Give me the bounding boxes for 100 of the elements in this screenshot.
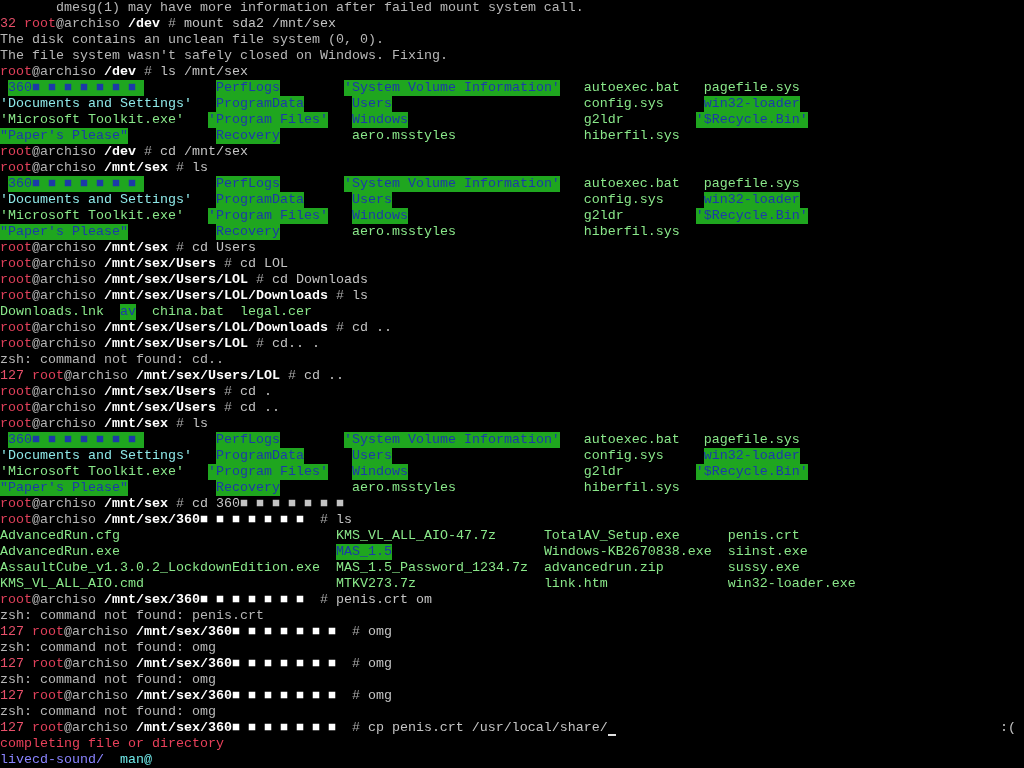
- command-text: ls: [191, 416, 208, 432]
- file-name: pagefile.sys: [703, 80, 800, 96]
- prompt-user-host: root@archiso: [0, 272, 96, 288]
- directory-name: '$Recycle.Bin': [695, 112, 808, 128]
- directory-name: "Paper's Please": [0, 128, 128, 144]
- command-text: cd .: [239, 384, 272, 400]
- file-name: g2ldr: [583, 112, 624, 128]
- directory-name: Recovery: [215, 224, 280, 240]
- command-text: ls: [351, 288, 368, 304]
- prompt-user-host: root@archiso: [0, 496, 96, 512]
- directory-name: Windows: [351, 208, 408, 224]
- prompt-path: /mnt/sex/Users/LOL: [104, 336, 248, 352]
- command-text: cp penis.crt /usr/local/share/: [367, 720, 608, 736]
- prompt-symbol: #: [175, 496, 184, 512]
- file-name: hiberfil.sys: [583, 224, 680, 240]
- prompt-path: /mnt/sex/360■ ■ ■ ■ ■ ■ ■: [135, 688, 337, 704]
- prompt-symbol: #: [255, 272, 264, 288]
- directory-name: ProgramData: [215, 96, 304, 112]
- command-text: cd /mnt/sex: [159, 144, 248, 160]
- completion-message: completing file or directory: [0, 736, 224, 752]
- completion-item[interactable]: livecd-sound/: [0, 752, 104, 768]
- right-prompt: :(: [1000, 720, 1016, 736]
- exit-status: 32: [0, 16, 16, 32]
- directory-name: Windows: [351, 464, 408, 480]
- prompt-symbol: #: [335, 288, 344, 304]
- prompt-user-host: root@archiso: [0, 416, 96, 432]
- prompt-user-host: root@archiso: [0, 320, 96, 336]
- command-text: cd ..: [351, 320, 392, 336]
- directory-name: 'System Volume Information': [343, 432, 560, 448]
- directory-name: 'Program Files': [207, 112, 328, 128]
- directory-name: ProgramData: [215, 192, 304, 208]
- prompt-path: /dev: [127, 16, 160, 32]
- file-name: hiberfil.sys: [583, 480, 680, 496]
- prompt-symbol: #: [335, 320, 344, 336]
- output-text: zsh: command not found: omg: [0, 704, 216, 720]
- prompt-path: /mnt/sex/360■ ■ ■ ■ ■ ■ ■: [104, 592, 305, 608]
- output-text: zsh: command not found: omg: [0, 672, 216, 688]
- directory-name: Recovery: [215, 128, 280, 144]
- file-name: link.htm: [543, 576, 608, 592]
- prompt-path: /mnt/sex/Users/LOL: [135, 368, 280, 384]
- command-text: ls: [191, 160, 208, 176]
- prompt-path: /mnt/sex/360■ ■ ■ ■ ■ ■ ■: [135, 720, 337, 736]
- file-name: g2ldr: [583, 464, 624, 480]
- command-text: mount sda2 /mnt/sex: [183, 16, 336, 32]
- directory-name: Recovery: [215, 480, 280, 496]
- prompt-user-host: root@archiso: [0, 400, 96, 416]
- file-name: TotalAV_Setup.exe: [543, 528, 680, 544]
- directory-name: PerfLogs: [215, 432, 280, 448]
- prompt-symbol: #: [175, 416, 184, 432]
- directory-name: Users: [351, 96, 392, 112]
- prompt-symbol: #: [351, 688, 360, 704]
- file-name: aero.msstyles: [351, 224, 456, 240]
- directory-name: 'Program Files': [207, 464, 328, 480]
- command-text: penis.crt om: [335, 592, 432, 608]
- command-text: cd LOL: [239, 256, 288, 272]
- directory-name: '$Recycle.Bin': [695, 464, 808, 480]
- prompt-path: /mnt/sex/Users/LOL/Downloads: [104, 288, 328, 304]
- file-name: sussy.exe: [727, 560, 800, 576]
- prompt-symbol: #: [319, 592, 328, 608]
- completion-item[interactable]: man@: [119, 752, 152, 768]
- directory-name: "Paper's Please": [0, 224, 128, 240]
- prompt-user-host: root@archiso: [24, 16, 120, 32]
- file-name: autoexec.bat: [583, 432, 680, 448]
- file-name: 'Microsoft Toolkit.exe': [0, 464, 184, 480]
- prompt-path: /mnt/sex/Users/LOL/Downloads: [104, 320, 328, 336]
- file-name: legal.cer: [239, 304, 312, 320]
- prompt-symbol: #: [223, 384, 232, 400]
- directory-name: Windows: [351, 112, 408, 128]
- prompt-user-host: root@archiso: [0, 144, 96, 160]
- prompt-symbol: #: [143, 144, 152, 160]
- file-name: AdvancedRun.exe: [0, 544, 120, 560]
- command-text: omg: [367, 624, 392, 640]
- output-text: dmesg(1) may have more information after failed mount system call.: [56, 0, 584, 16]
- file-name: win32-loader.exe: [727, 576, 856, 592]
- file-name: aero.msstyles: [351, 128, 456, 144]
- directory-name: 'System Volume Information': [343, 80, 560, 96]
- command-text: cd.. .: [271, 336, 320, 352]
- exit-status: 127: [0, 720, 24, 736]
- file-name: Downloads.lnk: [0, 304, 104, 320]
- prompt-symbol: #: [175, 240, 184, 256]
- prompt-user-host: root@archiso: [0, 64, 96, 80]
- directory-name: PerfLogs: [215, 176, 280, 192]
- directory-name: 'Program Files': [207, 208, 328, 224]
- prompt-user-host: root@archiso: [0, 336, 96, 352]
- file-name: config.sys: [583, 448, 664, 464]
- prompt-path: /mnt/sex: [104, 416, 168, 432]
- file-name: KMS_VL_ALL_AIO-47.7z: [335, 528, 496, 544]
- directory-name: 360■ ■ ■ ■ ■ ■ ■: [8, 176, 144, 192]
- prompt-symbol: #: [351, 624, 360, 640]
- prompt-symbol: #: [223, 256, 232, 272]
- command-text: omg: [367, 688, 392, 704]
- prompt-user-host: root@archiso: [32, 688, 128, 704]
- prompt-user-host: root@archiso: [0, 288, 96, 304]
- output-text: zsh: command not found: omg: [0, 640, 216, 656]
- prompt-path: /mnt/sex: [104, 160, 168, 176]
- command-text: cd ..: [239, 400, 280, 416]
- prompt-symbol: #: [287, 368, 296, 384]
- prompt-path: /mnt/sex/360■ ■ ■ ■ ■ ■ ■: [135, 624, 337, 640]
- prompt-path: /mnt/sex: [104, 496, 168, 512]
- file-name: 'Microsoft Toolkit.exe': [0, 208, 184, 224]
